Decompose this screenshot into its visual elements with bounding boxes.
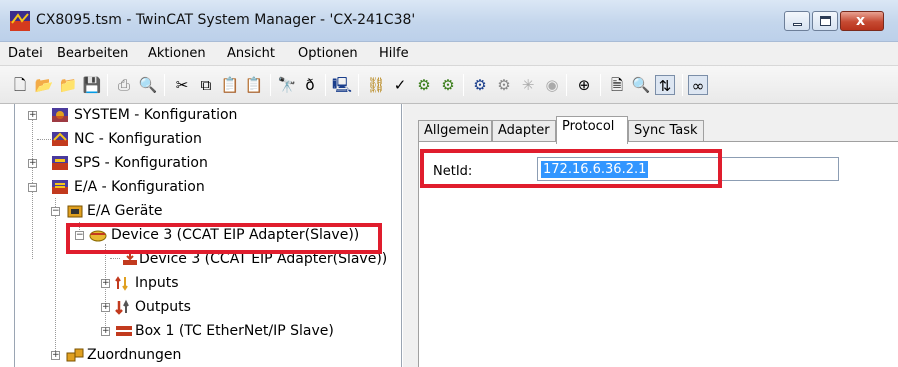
highlight-netid (420, 149, 722, 188)
expand-icon[interactable]: + (28, 159, 37, 168)
paste-icon[interactable]: 📋 (220, 75, 240, 95)
activate-configuration-icon[interactable]: ⚙ (414, 75, 434, 95)
toggle-freerun-icon[interactable]: ◉ (542, 75, 562, 95)
toolbar-separator (600, 74, 601, 96)
open-remote-icon[interactable]: 📁 (58, 75, 78, 95)
expand-icon[interactable]: + (51, 351, 60, 360)
check-configuration-icon[interactable]: ✓ (390, 75, 410, 95)
title-bar[interactable]: CX8095.tsm - TwinCAT System Manager - 'C… (0, 0, 898, 42)
menu-bar: Datei Bearbeiten Aktionen Ansicht Option… (0, 42, 898, 66)
print-preview-icon[interactable]: 🔍 (138, 75, 158, 95)
menu-hilfe[interactable]: Hilfe (379, 46, 409, 61)
tree-item-label: SPS - Konfiguration (74, 155, 208, 171)
collapse-icon[interactable]: − (28, 183, 37, 192)
tree-item-label: SYSTEM - Konfiguration (74, 107, 238, 123)
io-config-icon (52, 180, 68, 194)
copy-icon[interactable]: ⧉ (196, 75, 216, 95)
print-icon[interactable]: ⎙ (114, 75, 134, 95)
toolbar-separator (325, 74, 326, 96)
highlight-device3 (66, 223, 382, 254)
menu-bearbeiten[interactable]: Bearbeiten (57, 46, 128, 61)
maximize-icon (820, 16, 831, 26)
toolbar-separator (358, 74, 359, 96)
scope-icon[interactable]: 🗎 (607, 75, 627, 95)
expand-icon[interactable]: + (101, 303, 110, 312)
tree-item-ea-geraete[interactable]: − E/A Geräte (15, 200, 403, 222)
tab-adapter[interactable]: Adapter (492, 120, 556, 142)
expand-icon[interactable]: + (101, 327, 110, 336)
io-devices-icon (67, 205, 83, 218)
maximize-button[interactable] (812, 11, 838, 31)
minimize-button[interactable] (784, 11, 810, 31)
reload-devices-icon[interactable]: ⚙ (494, 75, 514, 95)
toolbar-separator (270, 74, 271, 96)
menu-ansicht[interactable]: Ansicht (227, 46, 275, 61)
tab-protocol[interactable]: Protocol (556, 116, 628, 144)
cut-icon[interactable]: ✂ (172, 75, 192, 95)
restart-config-mode-icon[interactable]: ⚙ (470, 75, 490, 95)
tree-item-label: Outputs (135, 299, 191, 315)
toolbar-separator (682, 74, 683, 96)
paste-with-links-icon[interactable]: 📋 (244, 75, 264, 95)
find-icon[interactable]: 🔭 (277, 75, 297, 95)
show-online-data-icon[interactable]: ⇅ (655, 75, 675, 95)
show-sub-items-icon[interactable]: ∞ (688, 75, 708, 95)
tree-item-outputs[interactable]: + Outputs (15, 296, 403, 318)
tree-item-sps[interactable]: + SPS - Konfiguration (15, 152, 403, 174)
menu-datei[interactable]: Datei (8, 46, 43, 61)
generate-mappings-icon[interactable]: ⛓ (366, 75, 386, 95)
menu-optionen[interactable]: Optionen (298, 46, 358, 61)
tree-item-nc[interactable]: NC - Konfiguration (15, 128, 403, 150)
close-icon: x (856, 13, 866, 29)
new-file-icon[interactable]: 🗋 (10, 75, 30, 95)
target-system-icon[interactable]: 🖳 (332, 75, 352, 95)
close-button[interactable]: x (840, 11, 884, 31)
tree-item-system[interactable]: + SYSTEM - Konfiguration (15, 104, 403, 126)
tab-sync-task[interactable]: Sync Task (628, 120, 704, 142)
add-device-icon[interactable]: ⊕ (574, 75, 594, 95)
inputs-icon (115, 276, 128, 291)
tree-item-label: NC - Konfiguration (74, 131, 202, 147)
minimize-icon (793, 23, 802, 26)
beckhoff-box-icon (116, 324, 132, 338)
outputs-icon (115, 299, 129, 315)
tree-item-label: E/A - Konfiguration (74, 179, 205, 195)
zoom-icon[interactable]: 🔍 (631, 75, 651, 95)
tree-item-box1[interactable]: + Box 1 (TC EtherNet/IP Slave) (15, 320, 403, 342)
open-folder-icon[interactable]: 📂 (34, 75, 54, 95)
tab-allgemein[interactable]: Allgemein (418, 120, 492, 142)
tree-item-label: E/A Geräte (87, 203, 163, 219)
mappings-icon (66, 348, 84, 362)
tree-item-ea-konfiguration[interactable]: − E/A - Konfiguration (15, 176, 403, 198)
tree-item-inputs[interactable]: + Inputs (15, 272, 403, 294)
tree-item-label: Inputs (135, 275, 179, 291)
save-icon[interactable]: 💾 (82, 75, 102, 95)
toolbar-separator (107, 74, 108, 96)
expand-icon[interactable]: + (101, 279, 110, 288)
restart-run-mode-icon[interactable]: ⚙ (438, 75, 458, 95)
nc-config-icon (52, 132, 68, 146)
detail-pane: Allgemein Adapter Protocol Sync Task Net… (403, 104, 898, 367)
toolbar: 🗋 📂 📁 💾 ⎙ 🔍 ✂ ⧉ 📋 📋 🔭 ð 🖳 ⛓ ✓ ⚙ ⚙ ⚙ ⚙ ✳ … (0, 66, 898, 104)
expand-icon[interactable]: + (28, 111, 37, 120)
collapse-icon[interactable]: − (51, 207, 60, 216)
toolbar-separator (164, 74, 165, 96)
menu-aktionen[interactable]: Aktionen (148, 46, 206, 61)
plc-config-icon (52, 156, 68, 170)
window-title: CX8095.tsm - TwinCAT System Manager - 'C… (36, 12, 416, 28)
tree-item-label: Zuordnungen (87, 347, 182, 363)
tree-item-label: Box 1 (TC EtherNet/IP Slave) (135, 323, 334, 339)
toolbar-separator (463, 74, 464, 96)
twincat-app-icon (10, 11, 30, 31)
system-config-icon (52, 108, 68, 122)
find-next-icon[interactable]: ð (300, 75, 320, 95)
toolbar-separator (566, 74, 567, 96)
tree-item-zuordnungen[interactable]: + Zuordnungen (15, 344, 403, 366)
scan-devices-icon[interactable]: ✳ (518, 75, 538, 95)
